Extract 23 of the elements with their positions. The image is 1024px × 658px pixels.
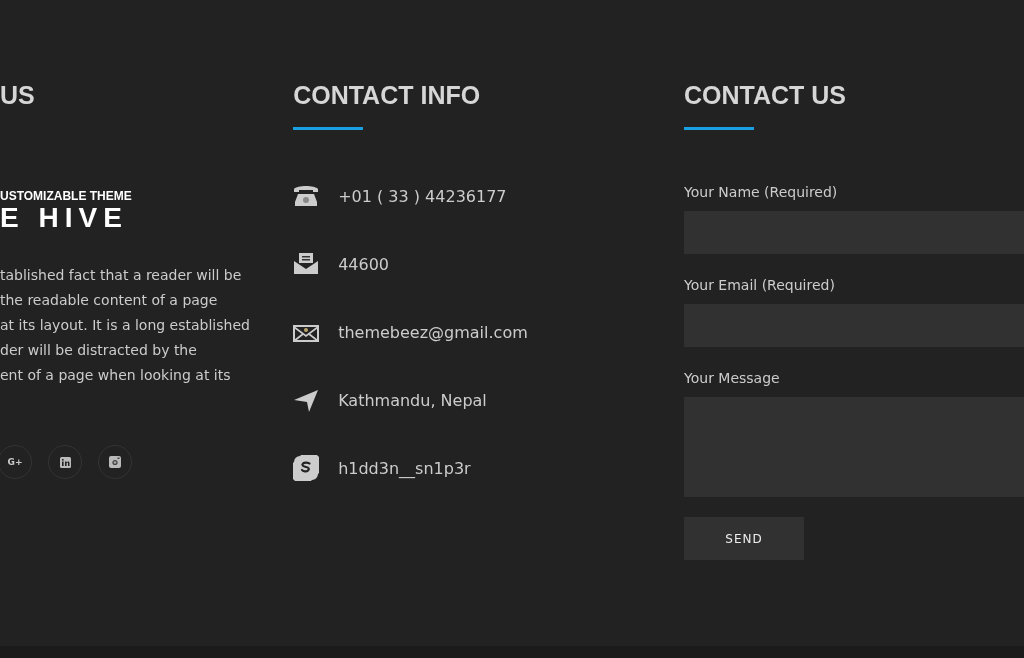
field-label: Your Email (Required) [684, 276, 836, 294]
contact-text: 44600 [338, 254, 390, 274]
envelope-icon [293, 251, 320, 277]
logo-text: E HIVE [0, 203, 129, 233]
contact-text: themebeez@gmail.com [338, 322, 528, 342]
contact-text: Kathmandu, Nepal [338, 390, 487, 410]
skype-icon [293, 455, 320, 481]
send-button[interactable]: SEND [684, 517, 804, 560]
contact-text: h1dd3n__sn1p3r [338, 458, 471, 478]
logo-tagline: USTOMIZABLE THEME [0, 189, 133, 203]
accent-underline [293, 127, 364, 130]
phone-icon [293, 183, 320, 209]
contact-text: +01 ( 33 ) 44236177 [338, 186, 507, 206]
camera-icon [109, 456, 121, 468]
field-label: Your Name (Required) [684, 183, 839, 201]
navigation-arrow-icon [293, 387, 320, 413]
section-heading: US [0, 80, 36, 110]
section-heading: CONTACT INFO [293, 80, 482, 110]
field-label: Your Message [684, 369, 781, 387]
linkedin-icon [59, 456, 71, 468]
section-heading: CONTACT US [684, 80, 848, 110]
about-paragraph: tablished fact that a reader will be the readable content of a page at its layout. It is a long established der will be distracted by the ent of a page when looking at its [0, 266, 251, 385]
accent-underline [684, 127, 754, 130]
